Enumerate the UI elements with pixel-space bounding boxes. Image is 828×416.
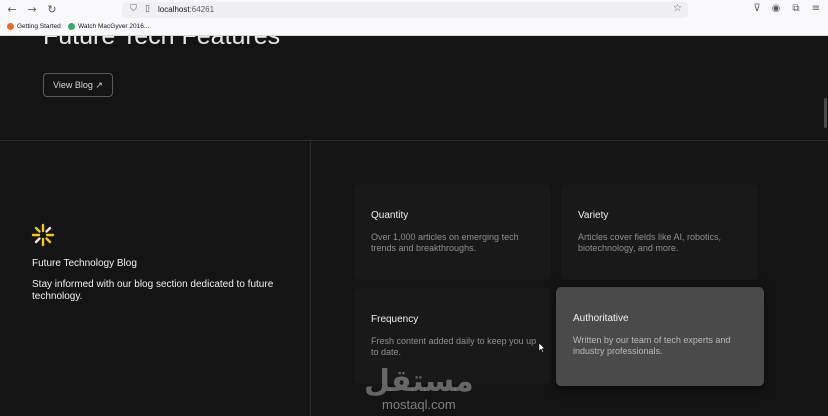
bookmark-getting-started[interactable]: Getting Started: [7, 23, 61, 30]
menu-icon[interactable]: ≡: [810, 3, 822, 15]
extensions-icon[interactable]: ⧉: [790, 3, 802, 15]
card-title: Frequency: [371, 314, 419, 325]
intro-description: Stay informed with our blog section dedi…: [32, 279, 274, 302]
url-host: localhost: [158, 5, 190, 14]
card-title: Variety: [578, 210, 609, 221]
hero-title: Future Tech Features: [43, 36, 281, 50]
address-bar[interactable]: ⛉ ▯ localhost:64261 ☆: [122, 2, 688, 18]
account-icon[interactable]: ◉: [770, 3, 782, 15]
forward-arrow-icon[interactable]: →: [25, 3, 39, 17]
shield-icon[interactable]: ⛉: [128, 4, 139, 15]
bookmark-label: Watch MacGyver 2016...: [78, 23, 150, 30]
card-title: Quantity: [371, 210, 409, 221]
bookmark-watch-macgyver[interactable]: Watch MacGyver 2016...: [68, 23, 149, 30]
watermark-latin: mostaql.com: [382, 397, 456, 412]
back-arrow-icon[interactable]: ←: [5, 3, 19, 17]
url-text[interactable]: localhost:64261: [158, 5, 214, 14]
section-divider: [0, 140, 828, 141]
mouse-pointer-icon: [539, 343, 545, 353]
bookmark-star-icon[interactable]: ☆: [673, 3, 682, 14]
intro-title: Future Technology Blog: [32, 258, 137, 269]
bookmarks-toolbar: Getting Started Watch MacGyver 2016...: [0, 21, 828, 35]
card-description: Articles cover fields like AI, robotics,…: [578, 232, 722, 253]
site-favicon-icon: [68, 23, 75, 30]
card-description: Fresh content added daily to keep you up…: [371, 336, 537, 357]
page-info-icon[interactable]: ▯: [142, 4, 153, 15]
browser-chrome: ← → ↻ ⛉ ▯ localhost:64261 ☆ ⊽ ◉ ⧉ ≡ Gett…: [0, 0, 828, 36]
view-blog-button[interactable]: View Blog ↗: [43, 73, 113, 97]
reload-icon[interactable]: ↻: [45, 3, 59, 17]
page-content: Future Tech Features View Blog ↗ Future …: [0, 36, 828, 416]
scrollbar-thumb[interactable]: [824, 98, 827, 128]
feature-card-authoritative[interactable]: Authoritative Written by our team of tec…: [556, 287, 764, 386]
card-description: Written by our team of tech experts and …: [573, 335, 731, 356]
url-port: :64261: [189, 5, 215, 14]
card-title: Authoritative: [573, 313, 629, 324]
watermark-arabic: مستقل: [364, 364, 474, 399]
pocket-icon[interactable]: ⊽: [751, 3, 763, 15]
feature-card-quantity[interactable]: Quantity Over 1,000 articles on emerging…: [354, 184, 551, 280]
feature-card-variety[interactable]: Variety Articles cover fields like AI, r…: [561, 184, 758, 280]
card-description: Over 1,000 articles on emerging tech tre…: [371, 232, 519, 253]
watermark: مستقل mostaql.com: [364, 366, 474, 412]
firefox-icon: [7, 23, 14, 30]
column-divider: [310, 140, 311, 416]
sparkle-logo-icon: [31, 223, 55, 247]
bookmark-label: Getting Started: [17, 23, 61, 30]
